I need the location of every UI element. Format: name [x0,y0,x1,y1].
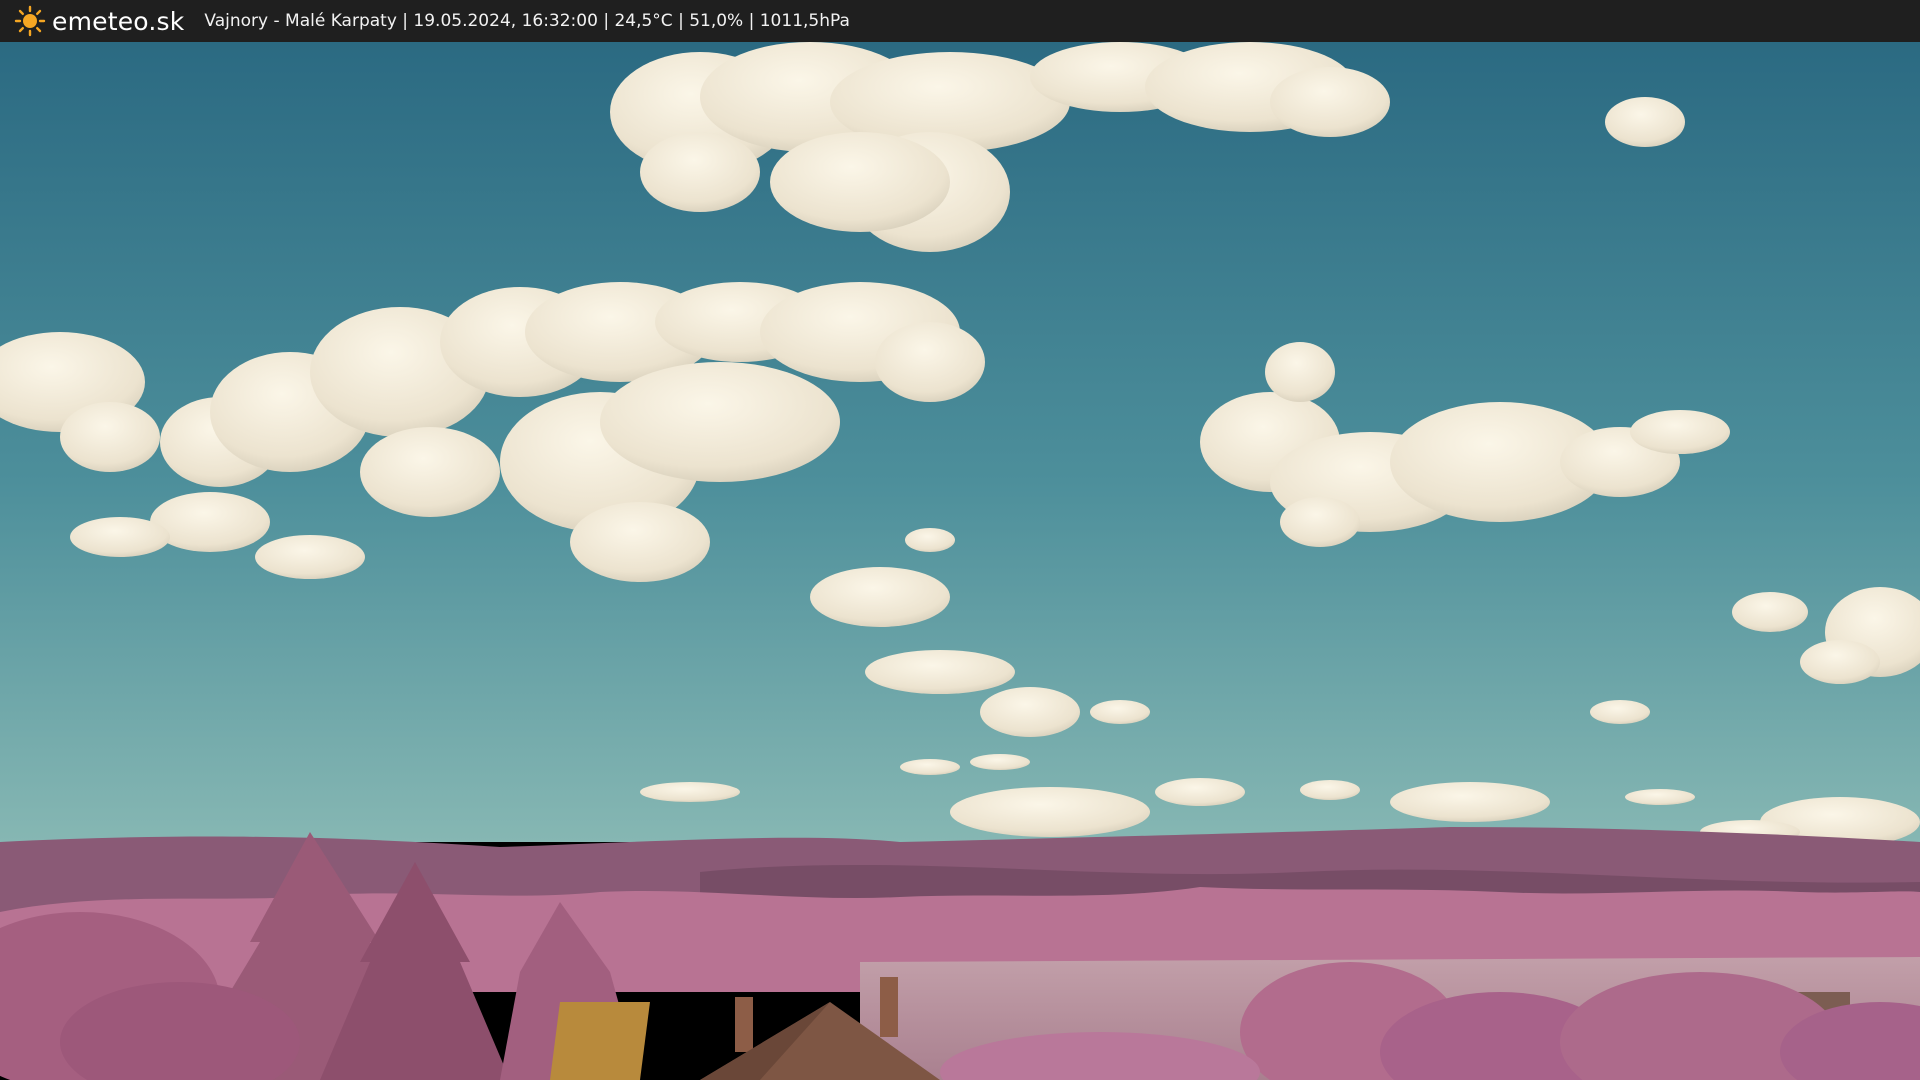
webcam-image [0,42,1920,1080]
top-bar: emeteo.sk Vajnory - Malé Karpaty | 19.05… [0,0,1920,42]
webcam-caption: Vajnory - Malé Karpaty | 19.05.2024, 16:… [204,11,850,31]
brand-name: emeteo.sk [52,6,185,36]
brand[interactable]: emeteo.sk [14,5,184,37]
sun-icon [14,5,46,37]
